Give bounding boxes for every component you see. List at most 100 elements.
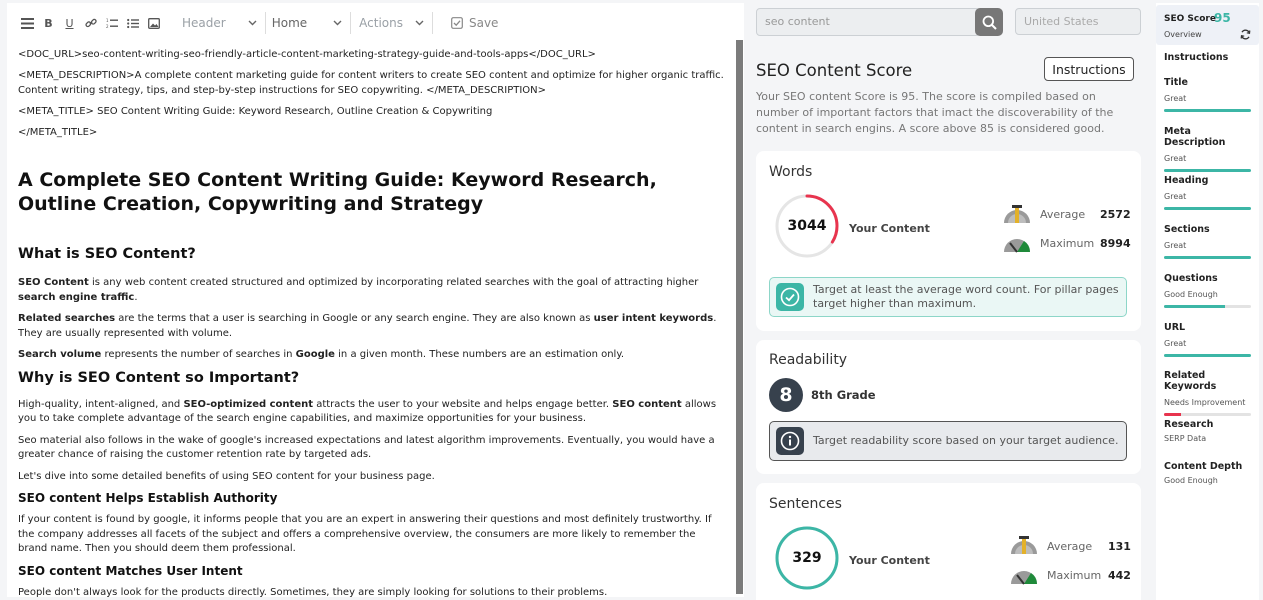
- actions-select[interactable]: Actions: [351, 12, 432, 34]
- score-panel: seo content United States SEO Content Sc…: [751, 0, 1151, 600]
- sidebar-item-questions[interactable]: Questions Good Enough: [1164, 273, 1251, 308]
- bold-text: user intent keywords: [593, 313, 714, 324]
- sidebar-item-progress-fill: [1164, 413, 1182, 416]
- sidebar-item-instructions[interactable]: Instructions: [1164, 52, 1251, 63]
- sidebar-item-progress-bar: [1164, 109, 1251, 112]
- words-tip-text: Target at least the average word count. …: [813, 283, 1119, 310]
- heading-why-important: Why is SEO Content so Important?: [18, 369, 300, 386]
- words-average-value: 2572: [1100, 208, 1131, 221]
- sidebar-item-related-keywords[interactable]: Related Keywords Needs Improvement: [1164, 370, 1251, 416]
- bold-text: Related searches: [18, 313, 116, 324]
- bullet-list-icon[interactable]: [122, 12, 143, 34]
- sidebar-item-status: Good Enough: [1164, 476, 1218, 485]
- words-card: Words 3044 Your Content Average 2572 Max…: [756, 151, 1141, 331]
- paragraph: Related searches are the terms that a us…: [18, 312, 724, 341]
- sidebar-item-status: Great: [1164, 192, 1187, 201]
- sidebar-item-progress-bar: [1164, 207, 1251, 210]
- sidebar-item-url[interactable]: URL Great: [1164, 322, 1251, 357]
- keyword-search-input[interactable]: seo content: [756, 8, 980, 36]
- text: High-quality, intent-aligned, and: [18, 398, 184, 410]
- checkbox-save-icon: [451, 17, 463, 29]
- readability-tip-text: Target readability score based on your t…: [813, 434, 1119, 447]
- sentences-title: Sentences: [769, 496, 842, 512]
- bold-text: Google: [295, 349, 335, 360]
- sidebar-item-progress-bar: [1164, 256, 1251, 259]
- hamburger-menu-icon[interactable]: [17, 12, 38, 34]
- sidebar-item-label: Related Keywords: [1164, 370, 1217, 392]
- sidebar-item-progress-bar: [1164, 305, 1251, 308]
- sidebar-item-status: Great: [1164, 154, 1187, 163]
- overview-label: Overview: [1164, 30, 1202, 39]
- words-count: 3044: [787, 218, 827, 234]
- editor-scrollbar-thumb[interactable]: [736, 40, 743, 594]
- save-button[interactable]: Save: [433, 16, 498, 30]
- sidebar-item-status: Good Enough: [1164, 290, 1218, 299]
- header-select[interactable]: Header: [164, 12, 265, 34]
- editor-content[interactable]: <DOC_URL>seo-content-writing-seo-friendl…: [7, 43, 734, 597]
- editor-scrollbar[interactable]: [736, 40, 743, 594]
- paragraph: Let's dive into some detailed benefits o…: [18, 470, 435, 482]
- sidebar-item-progress-fill: [1164, 354, 1251, 357]
- sidebar-item-label: Content Depth: [1164, 461, 1243, 472]
- country-select[interactable]: United States: [1015, 8, 1141, 35]
- home-select-label: Home: [271, 16, 308, 30]
- chevron-down-icon: [415, 20, 424, 26]
- image-icon[interactable]: [143, 12, 164, 34]
- meta-title-line: <META_TITLE> SEO Content Writing Guide: …: [18, 106, 493, 117]
- words-your-content-label: Your Content: [849, 222, 930, 235]
- text: are the terms that a user is searching i…: [115, 313, 594, 324]
- sidebar-item-title[interactable]: Title Great: [1164, 77, 1251, 112]
- editor-toolbar: B U 12 Header Home Actions Save: [7, 3, 744, 43]
- words-maximum-value: 8994: [1100, 237, 1131, 250]
- bold-text: Search volume: [18, 349, 102, 360]
- grade-label: 8th Grade: [811, 388, 876, 402]
- sidebar-item-label: Questions: [1164, 273, 1218, 284]
- seo-score-title: SEO Score: [1164, 14, 1216, 24]
- sidebar-item-meta-description[interactable]: Meta Description Great: [1164, 126, 1251, 172]
- header-select-label: Header: [182, 16, 226, 30]
- sidebar-item-progress-bar: [1164, 169, 1251, 172]
- score-description: Your SEO content Score is 95. The score …: [756, 90, 1114, 135]
- words-maximum-label: Maximum: [1040, 237, 1095, 250]
- sidebar-item-status: Needs Improvement: [1164, 398, 1246, 407]
- bold-text: SEO content: [612, 398, 682, 410]
- readability-tip: Target readability score based on your t…: [769, 421, 1127, 461]
- words-tip: Target at least the average word count. …: [769, 277, 1127, 317]
- meta-description-line: <META_DESCRIPTION>A complete content mar…: [18, 70, 724, 96]
- text: attracts the user to your website and he…: [313, 398, 613, 410]
- doc-url-line: <DOC_URL>seo-content-writing-seo-friendl…: [18, 49, 596, 60]
- bold-icon[interactable]: B: [38, 12, 59, 34]
- sentences-count: 329: [792, 550, 822, 566]
- sidebar-item-label: Sections: [1164, 224, 1210, 235]
- sidebar-item-status: Great: [1164, 339, 1187, 348]
- underline-icon[interactable]: U: [59, 12, 80, 34]
- average-gauge-icon: [1004, 205, 1030, 223]
- sidebar-item-label: Instructions: [1164, 52, 1229, 63]
- instructions-button[interactable]: Instructions: [1044, 57, 1134, 81]
- link-icon[interactable]: [80, 12, 101, 34]
- paragraph: High-quality, intent-aligned, and SEO-op…: [18, 398, 724, 427]
- sidebar-item-sections[interactable]: Sections Great: [1164, 224, 1251, 259]
- home-select[interactable]: Home: [266, 12, 350, 34]
- sidebar-item-label: URL: [1164, 322, 1186, 333]
- text: .: [134, 291, 138, 303]
- sidebar-item-progress-fill: [1164, 109, 1251, 112]
- sentences-card: Sentences 329 Your Content Average 131 M…: [756, 483, 1141, 600]
- seo-score-overview[interactable]: SEO Score 95 Overview: [1156, 5, 1259, 45]
- sidebar-item-heading[interactable]: Heading Great: [1164, 175, 1251, 210]
- search-button[interactable]: [975, 8, 1003, 36]
- sidebar-item-progress-bar: [1164, 413, 1251, 416]
- refresh-icon[interactable]: [1240, 29, 1251, 43]
- sidebar-item-content-depth[interactable]: Content Depth Good Enough: [1164, 461, 1251, 485]
- grade-badge: 8: [769, 378, 803, 412]
- maximum-gauge-icon: [1011, 571, 1038, 585]
- sidebar-item-progress-fill: [1164, 256, 1251, 259]
- sidebar-item-label: Research: [1164, 419, 1214, 430]
- sidebar-item-research[interactable]: Research SERP Data: [1164, 419, 1251, 443]
- sentences-average-label: Average: [1047, 540, 1093, 553]
- sentences-your-content-label: Your Content: [849, 554, 930, 567]
- chevron-down-icon: [333, 20, 342, 26]
- readability-title: Readability: [769, 352, 848, 368]
- ordered-list-icon[interactable]: 12: [101, 12, 122, 34]
- paragraph: Seo material also follows in the wake of…: [18, 434, 715, 461]
